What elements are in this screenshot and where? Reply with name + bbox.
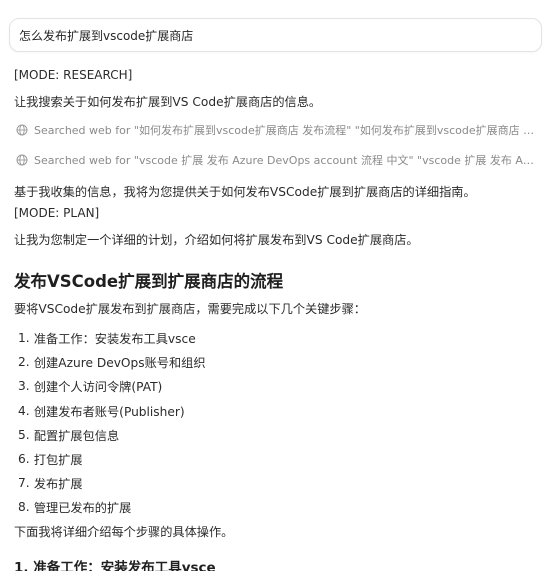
- globe-icon: [16, 124, 28, 136]
- research-intro-text: 让我搜索关于如何发布扩展到VS Code扩展商店的信息。: [14, 95, 322, 109]
- section-heading: 发布VSCode扩展到扩展商店的流程: [14, 272, 284, 291]
- list-item-number: 2.: [18, 355, 30, 370]
- list-item-text: 准备工作：安装发布工具vsce: [33, 332, 196, 347]
- list-item: 7. 发布扩展: [18, 471, 206, 495]
- list-item-number: 1.: [18, 331, 30, 346]
- list-item-text: 配置扩展包信息: [33, 428, 120, 443]
- list-item-text: 发布扩展: [33, 477, 83, 492]
- mode-research-label: [MODE: RESEARCH]: [14, 68, 133, 82]
- subsection-heading: 1. 准备工作：安装发布工具vsce: [14, 560, 216, 571]
- list-item-text: 管理已发布的扩展: [33, 501, 132, 516]
- list-item-number: 5.: [18, 427, 30, 442]
- user-query-bubble[interactable]: 怎么发布扩展到vscode扩展商店: [9, 18, 542, 52]
- steps-outro-text: 下面我将详细介绍每个步骤的具体操作。: [14, 525, 234, 539]
- list-item-text: 创建个人访问令牌(PAT): [33, 380, 163, 395]
- list-item: 1. 准备工作：安装发布工具vsce: [18, 326, 206, 350]
- search-query-text: Searched web for "vscode 扩展 发布 Azure Dev…: [34, 154, 536, 167]
- globe-icon: [16, 154, 28, 166]
- mode-plan-label: [MODE: PLAN]: [14, 206, 100, 220]
- summary-text: 基于我收集的信息，我将为您提供关于如何发布VSCode扩展到扩展商店的详细指南。: [14, 185, 476, 199]
- list-item-number: 4.: [18, 403, 30, 418]
- search-result-2[interactable]: Searched web for "vscode 扩展 发布 Azure Dev…: [16, 151, 536, 169]
- search-query-text: Searched web for "如何发布扩展到vscode扩展商店 发布流程…: [34, 124, 536, 137]
- list-item-text: 打包扩展: [33, 453, 83, 468]
- list-item: 5. 配置扩展包信息: [18, 423, 206, 447]
- list-item-text: 创建Azure DevOps账号和组织: [33, 356, 206, 371]
- plan-intro-text: 让我为您制定一个详细的计划，介绍如何将扩展发布到VS Code扩展商店。: [14, 233, 419, 247]
- list-item: 4. 创建发布者账号(Publisher): [18, 399, 206, 423]
- search-result-1[interactable]: Searched web for "如何发布扩展到vscode扩展商店 发布流程…: [16, 121, 536, 139]
- chat-view: 怎么发布扩展到vscode扩展商店 [MODE: RESEARCH] 让我搜索关…: [0, 0, 545, 571]
- list-item-text: 创建发布者账号(Publisher): [33, 404, 185, 419]
- list-item: 8. 管理已发布的扩展: [18, 495, 206, 519]
- section-intro-text: 要将VSCode扩展发布到扩展商店，需要完成以下几个关键步骤：: [14, 302, 366, 316]
- user-query-text: 怎么发布扩展到vscode扩展商店: [19, 29, 194, 43]
- steps-list: 1. 准备工作：安装发布工具vsce 2. 创建Azure DevOps账号和组…: [18, 326, 206, 520]
- list-item-number: 7.: [18, 476, 30, 491]
- list-item: 2. 创建Azure DevOps账号和组织: [18, 350, 206, 374]
- list-item-number: 8.: [18, 500, 30, 515]
- list-item: 6. 打包扩展: [18, 447, 206, 471]
- list-item-number: 6.: [18, 452, 30, 467]
- list-item: 3. 创建个人访问令牌(PAT): [18, 374, 206, 398]
- list-item-number: 3.: [18, 379, 30, 394]
